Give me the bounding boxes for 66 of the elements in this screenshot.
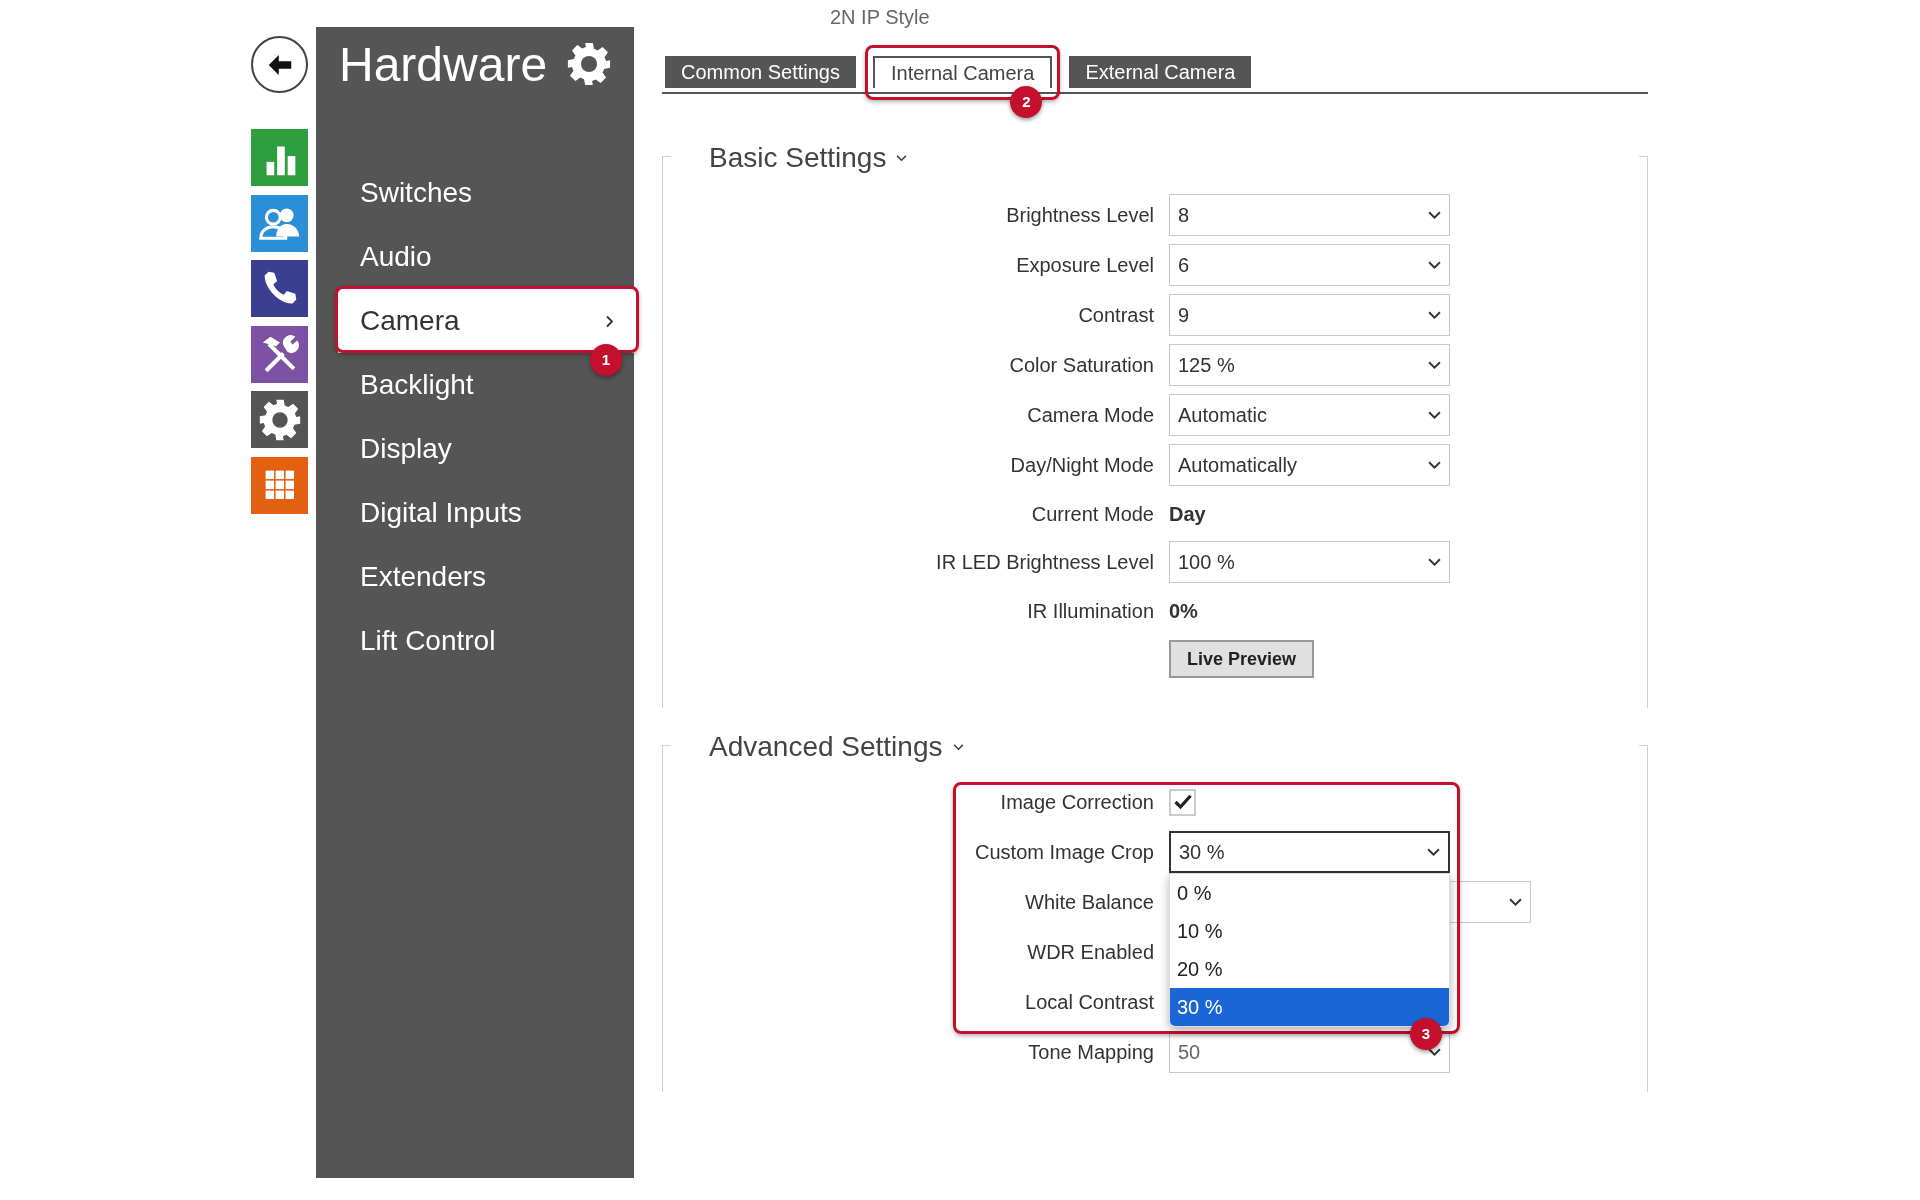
- sidebar-item[interactable]: Display: [338, 417, 634, 481]
- field-label: Tone Mapping: [1028, 1041, 1154, 1063]
- chevron-right-icon: [606, 314, 614, 328]
- step-badge: 1: [590, 344, 622, 376]
- field-label: IR Illumination: [1027, 599, 1154, 622]
- sidebar-item[interactable]: Extenders: [338, 545, 634, 609]
- settings-icon: [257, 397, 302, 442]
- field-value: Day: [1169, 501, 1206, 527]
- chevron-down-icon: [1428, 360, 1441, 370]
- app-tile[interactable]: [251, 260, 308, 317]
- select-field[interactable]: 125 %: [1169, 344, 1450, 386]
- tab[interactable]: External Camera: [1069, 56, 1252, 88]
- sidebar-item[interactable]: Switches: [338, 161, 634, 225]
- chevron-down-icon: [1428, 1047, 1441, 1057]
- dropdown-option[interactable]: 10 %: [1170, 912, 1449, 950]
- select-field[interactable]: Automatically: [1169, 444, 1450, 486]
- field-label: Brightness Level: [1006, 204, 1154, 226]
- back-button[interactable]: [251, 36, 308, 93]
- dropdown-option[interactable]: 0 %: [1170, 874, 1449, 912]
- field-value: 0%: [1169, 598, 1198, 624]
- dropdown-option[interactable]: 20 %: [1170, 950, 1449, 988]
- live-preview-button[interactable]: Live Preview: [1169, 640, 1315, 678]
- select-field[interactable]: 6: [1169, 244, 1450, 286]
- app-tile[interactable]: [251, 129, 308, 186]
- chevron-down-icon: [1428, 410, 1441, 420]
- app-tile[interactable]: [251, 325, 308, 383]
- field-label: WDR Enabled: [1027, 941, 1154, 963]
- chevron-down-icon: [1427, 847, 1440, 857]
- field-label: Day/Night Mode: [1010, 454, 1154, 476]
- chevron-down-icon: [896, 154, 908, 162]
- chevron-down-icon: [1428, 310, 1441, 320]
- select-field[interactable]: 8: [1169, 194, 1450, 236]
- select-field[interactable]: 100 %: [1169, 541, 1450, 583]
- field-label: Color Saturation: [1009, 354, 1154, 376]
- sidebar-item[interactable]: Camera: [338, 289, 634, 353]
- checkbox[interactable]: [1169, 788, 1196, 816]
- sidebar-item[interactable]: Lift Control: [338, 609, 634, 673]
- field-label: Contrast: [1078, 304, 1154, 326]
- chevron-down-icon: [1428, 260, 1441, 270]
- dropdown-option[interactable]: 30 %: [1170, 988, 1449, 1026]
- field-label: Custom Image Crop: [975, 841, 1154, 863]
- field-label: Camera Mode: [1027, 404, 1154, 426]
- select-field[interactable]: 9: [1169, 294, 1450, 336]
- sidebar-title: Hardware: [339, 39, 548, 91]
- select-field[interactable]: Automatic: [1169, 394, 1450, 436]
- sidebar-item[interactable]: Digital Inputs: [338, 481, 634, 545]
- chevron-down-icon: [1509, 897, 1522, 907]
- app-tile[interactable]: [251, 194, 308, 252]
- field-label: Exposure Level: [1016, 254, 1154, 276]
- step-badge: 2: [1010, 86, 1043, 118]
- chevron-down-icon: [1428, 460, 1441, 470]
- page-caption: 2N IP Style: [830, 6, 930, 28]
- sidebar-item[interactable]: Audio: [338, 225, 634, 289]
- field-label: Local Contrast: [1025, 991, 1154, 1013]
- chevron-down-icon: [952, 743, 964, 751]
- app-tile[interactable]: [251, 391, 308, 448]
- field-label: IR LED Brightness Level: [936, 551, 1154, 573]
- tab[interactable]: Common Settings: [665, 56, 856, 88]
- chevron-down-icon: [1428, 557, 1441, 567]
- field-label: Current Mode: [1031, 502, 1154, 525]
- field-label: White Balance: [1025, 891, 1154, 913]
- tab[interactable]: Internal Camera: [872, 56, 1053, 88]
- field-label: Image Correction: [1000, 791, 1154, 813]
- settings-icon[interactable]: [566, 41, 612, 87]
- chevron-down-icon: [1428, 210, 1441, 220]
- app-tile[interactable]: [251, 456, 308, 514]
